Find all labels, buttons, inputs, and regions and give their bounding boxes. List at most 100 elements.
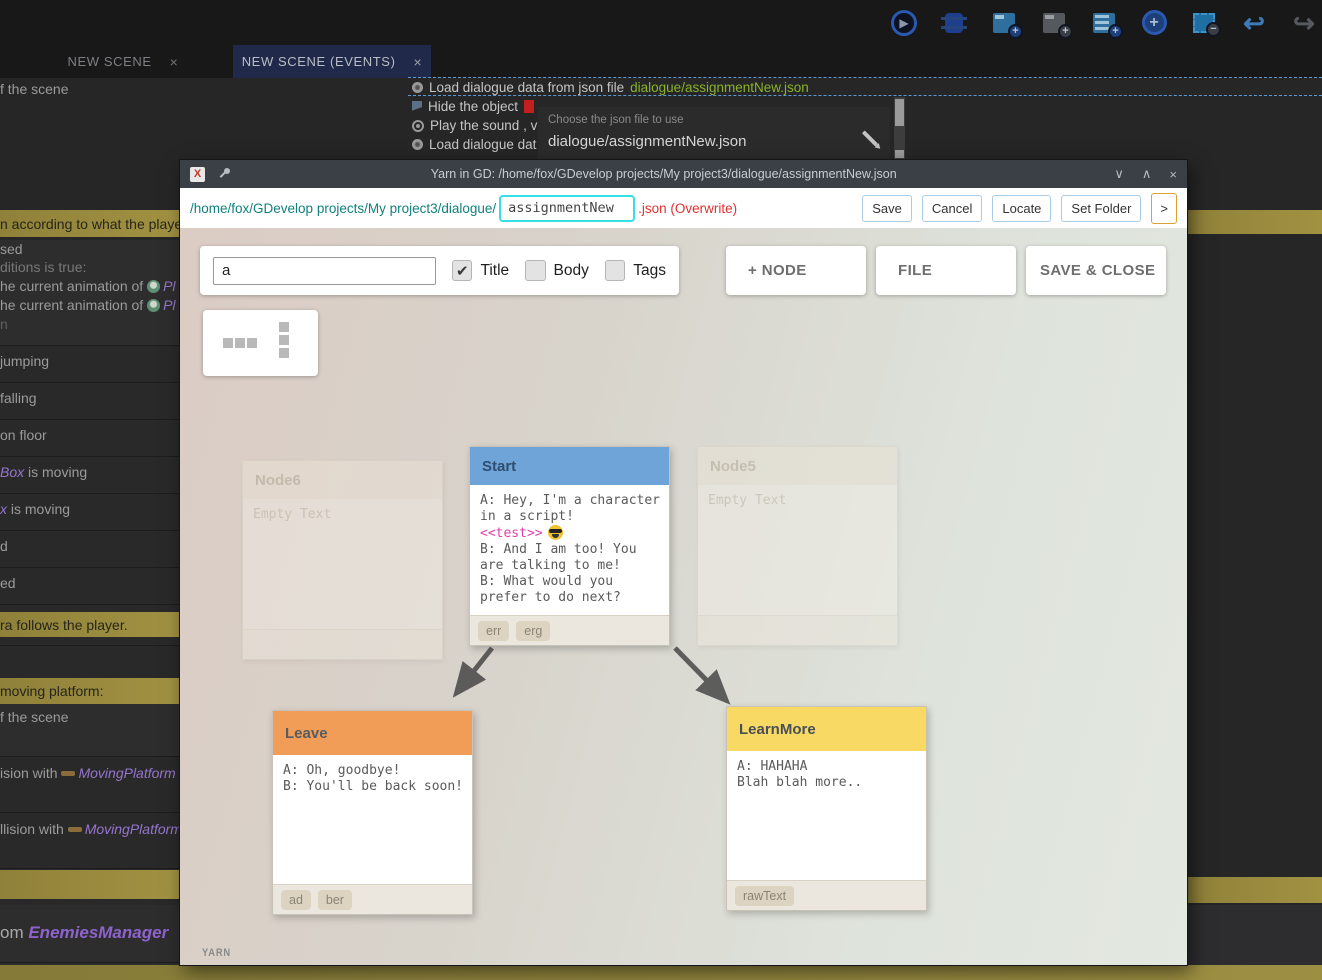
collapse-icon[interactable]: ∨ — [1114, 166, 1124, 182]
body-checkbox-label: Body — [554, 262, 589, 280]
node-title: Leave — [273, 711, 472, 755]
comment-row[interactable] — [1187, 877, 1322, 903]
undo-icon[interactable]: ↩ — [1240, 9, 1268, 37]
title-checkbox[interactable]: ✔ — [452, 260, 472, 281]
node-node5[interactable]: Node5 Empty Text — [697, 446, 898, 646]
comment-row[interactable]: n according to what the playe — [0, 210, 180, 237]
set-folder-button[interactable]: Set Folder — [1061, 195, 1141, 222]
node-body: A: Oh, goodbye! B: You'll be back soon! — [273, 755, 472, 803]
debug-icon[interactable] — [940, 9, 968, 37]
tab-new-scene[interactable]: NEW SCENE × — [15, 45, 231, 78]
platform-icon — [68, 827, 82, 832]
tab-label: NEW SCENE (EVENTS) — [242, 54, 396, 69]
app-icon: X — [190, 167, 205, 182]
event-text[interactable]: f the scene — [0, 81, 69, 97]
comment-row[interactable] — [1187, 210, 1322, 234]
node-tag: ad — [281, 890, 311, 910]
node-title: Node6 — [243, 461, 442, 499]
close-icon[interactable]: × — [170, 54, 179, 70]
pin-icon[interactable] — [217, 167, 231, 181]
event-text[interactable]: falling — [0, 390, 37, 406]
add-external-layout-icon[interactable]: + — [1040, 9, 1068, 37]
add-node-button[interactable]: + NODE — [726, 246, 866, 295]
search-card: ✔ Title Body Tags — [200, 246, 679, 295]
yarn-dialog: X Yarn in GD: /home/fox/GDevelop project… — [180, 160, 1187, 965]
comment-row[interactable]: moving platform: — [0, 678, 180, 704]
node-body: A: Hey, I'm a character in a script! <<t… — [470, 485, 669, 614]
locate-button[interactable]: Locate — [992, 195, 1051, 222]
file-button[interactable]: FILE — [876, 246, 1016, 295]
save-close-button[interactable]: SAVE & CLOSE — [1026, 246, 1166, 295]
event-hide-object[interactable]: Hide the object — [412, 99, 534, 114]
event-condition[interactable]: Box is moving — [0, 464, 87, 480]
node-footer: rawText — [727, 880, 926, 910]
object-icon — [412, 101, 422, 113]
search-input[interactable] — [213, 257, 436, 285]
event-condition[interactable]: ision with MovingPlatform — [0, 765, 176, 781]
body-checkbox[interactable] — [525, 260, 545, 281]
add-external-events-icon[interactable]: + — [1090, 9, 1118, 37]
node-body: Empty Text — [698, 485, 897, 517]
popup-label: Choose the json file to use — [548, 114, 684, 126]
cancel-button[interactable]: Cancel — [922, 195, 982, 222]
event-condition[interactable]: llision with MovingPlatform — [0, 821, 182, 837]
path-prefix: /home/fox/GDevelop projects/My project3/… — [190, 201, 496, 216]
node-node6[interactable]: Node6 Empty Text — [242, 460, 443, 660]
event-load-dialogue[interactable]: Load dialogue data from json file dialog… — [412, 80, 809, 95]
node-title: LearnMore — [727, 707, 926, 751]
node-footer — [243, 629, 442, 659]
animation-icon — [147, 280, 160, 293]
event-condition[interactable]: x is moving — [0, 501, 70, 517]
events-scrollbar[interactable] — [894, 97, 905, 160]
remove-extension-icon[interactable]: − — [1190, 9, 1218, 37]
bottom-comment-strip — [0, 965, 1322, 980]
close-icon[interactable]: × — [1169, 167, 1177, 182]
yarn-canvas[interactable]: ✔ Title Body Tags + NODE FILE SAVE & CLO… — [180, 228, 1187, 965]
zoom-widget[interactable] — [203, 310, 318, 376]
popup-value[interactable]: dialogue/assignmentNew.json — [548, 133, 746, 150]
event-text[interactable]: ditions is true: — [0, 259, 86, 275]
event-play-sound[interactable]: Play the sound , v — [412, 118, 537, 133]
node-link-arrows — [430, 640, 750, 720]
dialog-title: Yarn in GD: /home/fox/GDevelop projects/… — [231, 167, 1096, 181]
node-start[interactable]: Start A: Hey, I'm a character in a scrip… — [469, 446, 670, 646]
edit-pencil-icon[interactable] — [862, 130, 878, 146]
json-file-popup: Choose the json file to use dialogue/ass… — [538, 107, 890, 160]
event-text[interactable]: sed — [0, 241, 23, 257]
event-text[interactable]: n — [0, 316, 8, 332]
event-text[interactable]: d — [0, 538, 8, 554]
path-row: /home/fox/GDevelop projects/My project3/… — [180, 188, 1187, 228]
tags-checkbox[interactable] — [605, 260, 625, 281]
event-load-dialogue-2[interactable]: Load dialogue dat — [412, 137, 536, 152]
node-leave[interactable]: Leave A: Oh, goodbye! B: You'll be back … — [272, 710, 473, 915]
json-path-link[interactable]: dialogue/assignmentNew.json — [630, 80, 809, 95]
expand-icon[interactable]: ∧ — [1142, 166, 1152, 182]
node-title: Start — [470, 447, 669, 485]
event-condition[interactable]: he current animation of Pl — [0, 278, 176, 294]
event-text[interactable]: on floor — [0, 427, 47, 443]
add-scene-icon[interactable]: + — [990, 9, 1018, 37]
node-tag: ber — [318, 890, 352, 910]
filename-input[interactable] — [499, 195, 635, 222]
comment-row[interactable]: ra follows the player. — [0, 612, 180, 637]
event-text[interactable]: ed — [0, 575, 16, 591]
more-button[interactable]: > — [1151, 193, 1177, 224]
redo-icon[interactable]: ↪ — [1290, 9, 1318, 37]
add-object-icon[interactable]: + — [1140, 9, 1168, 37]
object-thumbnail — [524, 100, 534, 113]
close-icon[interactable]: × — [414, 54, 423, 70]
event-text[interactable]: f the scene — [0, 709, 69, 725]
event-condition[interactable]: om EnemiesManager — [0, 923, 168, 943]
play-icon[interactable]: ▶ — [890, 9, 918, 37]
event-condition[interactable]: he current animation of Pl — [0, 297, 176, 313]
overwrite-label: .json (Overwrite) — [638, 201, 737, 216]
comment-row[interactable] — [0, 870, 180, 899]
save-button[interactable]: Save — [862, 195, 912, 222]
node-body: Empty Text — [243, 499, 442, 531]
node-learnmore[interactable]: LearnMore A: HAHAHA Blah blah more.. raw… — [726, 706, 927, 911]
dialog-titlebar[interactable]: X Yarn in GD: /home/fox/GDevelop project… — [180, 160, 1187, 188]
tab-new-scene-events[interactable]: NEW SCENE (EVENTS) × — [233, 45, 431, 78]
event-text[interactable]: jumping — [0, 353, 49, 369]
yarn-watermark: YARN — [202, 947, 231, 959]
check-icon: ✔ — [456, 262, 469, 280]
